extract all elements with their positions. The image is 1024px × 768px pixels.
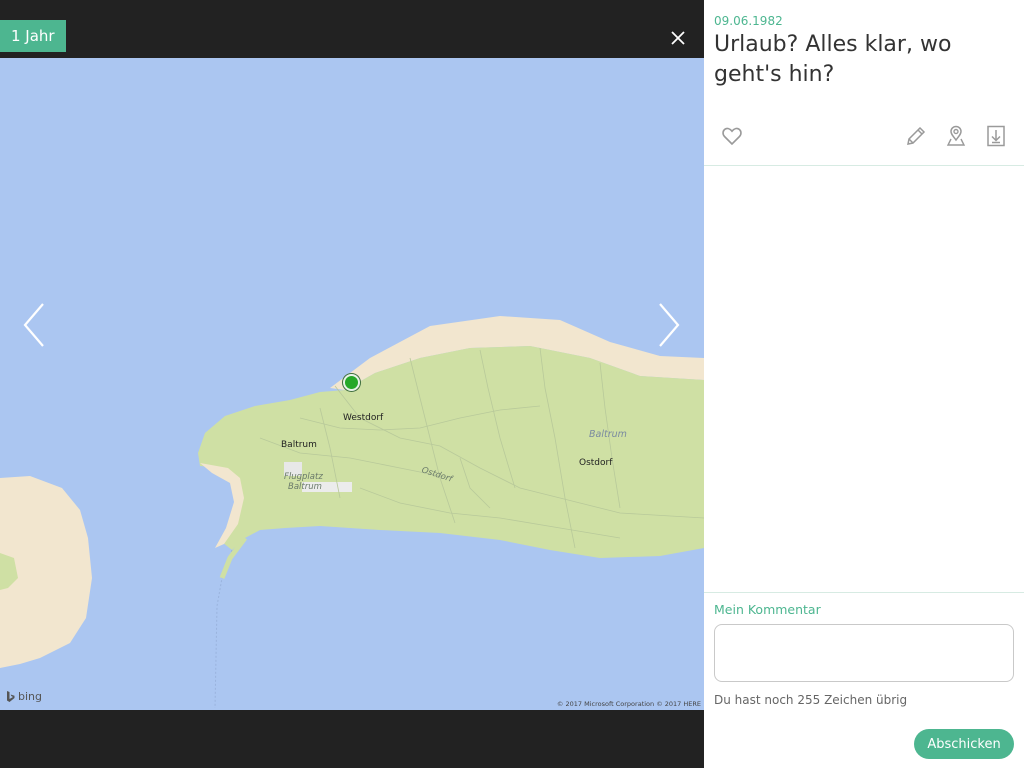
bing-logo: bing <box>6 690 42 703</box>
comment-section: Mein Kommentar Du hast noch 255 Zeichen … <box>704 592 1024 768</box>
action-bar <box>704 120 1024 166</box>
location-button[interactable] <box>944 124 968 148</box>
close-icon <box>671 31 685 45</box>
chevron-left-icon <box>23 303 44 347</box>
map-label-ostdorf: Ostdorf <box>579 458 613 468</box>
download-button[interactable] <box>984 124 1008 148</box>
chevron-right-icon <box>659 303 680 347</box>
like-button[interactable] <box>720 124 744 148</box>
comment-label: Mein Kommentar <box>714 602 821 617</box>
next-button[interactable] <box>650 300 686 350</box>
submit-button[interactable]: Abschicken <box>914 729 1014 759</box>
entry-title: Urlaub? Alles klar, wo geht's hin? <box>714 32 952 87</box>
entry-date: 09.06.1982 <box>714 14 783 28</box>
map-copyright: © 2017 Microsoft Corporation © 2017 HERE <box>556 700 701 708</box>
photo-viewer: 1 Jahr Westdorf Baltrum Flugplatz Baltru… <box>0 0 704 768</box>
detail-panel: 09.06.1982 Urlaub? Alles klar, wo geht's… <box>704 0 1024 768</box>
heart-icon <box>722 127 742 146</box>
map-label-westdorf: Westdorf <box>343 413 384 423</box>
location-pin[interactable] <box>343 374 360 391</box>
character-counter: Du hast noch 255 Zeichen übrig <box>714 693 908 707</box>
map-label-baltrum-island: Baltrum <box>589 429 627 440</box>
pencil-icon <box>907 126 926 145</box>
bing-icon <box>7 690 15 702</box>
age-badge: 1 Jahr <box>0 20 66 52</box>
map-label-airport-1: Flugplatz <box>284 472 323 482</box>
bing-text: bing <box>18 690 42 703</box>
map-label-airport-2: Baltrum <box>288 482 322 492</box>
download-icon <box>987 125 1005 147</box>
close-button[interactable] <box>664 24 692 52</box>
map-label-baltrum-village: Baltrum <box>281 440 317 450</box>
comment-input[interactable] <box>714 624 1014 682</box>
map-view[interactable]: Westdorf Baltrum Flugplatz Baltrum Ostdo… <box>0 58 704 710</box>
edit-button[interactable] <box>904 124 928 148</box>
map-pin-icon <box>946 125 966 146</box>
previous-button[interactable] <box>17 300 53 350</box>
